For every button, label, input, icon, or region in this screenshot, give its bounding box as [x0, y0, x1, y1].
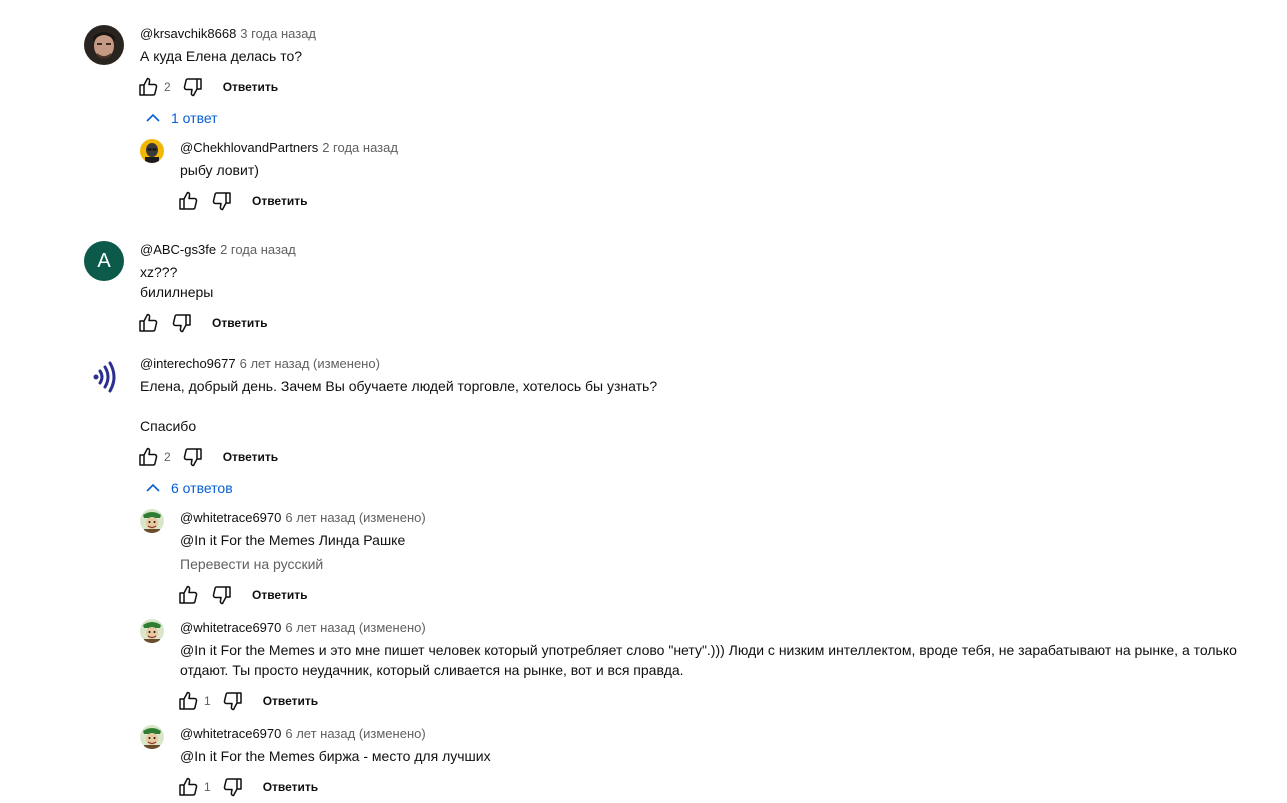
reply-text: @In it For the Memes биржа - место для л…: [180, 748, 491, 764]
reply-toolbar: 1 Ответить: [176, 775, 318, 799]
comment-header: @ABC-gs3fe 2 года назад: [140, 242, 296, 258]
reply-button[interactable]: Ответить: [252, 588, 307, 602]
thumbs-up-icon[interactable]: [136, 311, 160, 335]
author-name[interactable]: @krsavchik8668: [140, 26, 236, 41]
thumbs-down-icon[interactable]: [221, 775, 245, 799]
reply-text: рыбу ловит): [180, 162, 259, 178]
comment-toolbar: Ответить: [136, 311, 267, 335]
like-count: 1: [204, 780, 211, 794]
reply-header: @ChekhlovandPartners 2 года назад: [180, 140, 398, 156]
comment-header: @krsavchik8668 3 года назад: [140, 26, 316, 42]
author-name[interactable]: @whitetrace6970: [180, 726, 281, 741]
reply-button[interactable]: Ответить: [212, 316, 267, 330]
author-name[interactable]: @interecho9677: [140, 356, 236, 371]
thumbs-up-icon[interactable]: [176, 583, 200, 607]
comment-header: @interecho9677 6 лет назад (изменено): [140, 356, 380, 372]
author-name[interactable]: @whitetrace6970: [180, 510, 281, 525]
comment-timestamp[interactable]: 6 лет назад (изменено): [285, 620, 425, 635]
reply-button[interactable]: Ответить: [223, 450, 278, 464]
thumbs-up-icon[interactable]: [176, 689, 200, 713]
comment-text: Елена, добрый день. Зачем Вы обучаете лю…: [140, 378, 658, 394]
comment-timestamp[interactable]: 3 года назад: [240, 26, 316, 41]
avatar[interactable]: [140, 725, 164, 749]
author-name[interactable]: @ChekhlovandPartners: [180, 140, 318, 155]
reply-toolbar: 1 Ответить: [176, 689, 318, 713]
reply-button[interactable]: Ответить: [223, 80, 278, 94]
reply-text: @In it For the Memes Линда Рашке: [180, 532, 406, 548]
thumbs-down-icon[interactable]: [221, 689, 245, 713]
comment-timestamp[interactable]: 6 лет назад (изменено): [285, 726, 425, 741]
thumbs-down-icon[interactable]: [210, 189, 234, 213]
translate-button[interactable]: Перевести на русский: [180, 554, 323, 574]
avatar[interactable]: [84, 25, 124, 65]
thumbs-down-icon[interactable]: [170, 311, 194, 335]
comment-timestamp[interactable]: 6 лет назад (изменено): [240, 356, 380, 371]
reply-header: @whitetrace6970 6 лет назад (изменено): [180, 620, 426, 636]
avatar[interactable]: [140, 139, 164, 163]
reply-button[interactable]: Ответить: [252, 194, 307, 208]
thumbs-up-icon[interactable]: [136, 75, 160, 99]
reply-toolbar: Ответить: [176, 189, 307, 213]
thumbs-down-icon[interactable]: [210, 583, 234, 607]
thumbs-down-icon[interactable]: [181, 445, 205, 469]
thumbs-up-icon[interactable]: [176, 775, 200, 799]
thumbs-down-icon[interactable]: [181, 75, 205, 99]
comment-timestamp[interactable]: 6 лет назад (изменено): [285, 510, 425, 525]
reply-header: @whitetrace6970 6 лет назад (изменено): [180, 726, 426, 742]
replies-toggle-button[interactable]: 6 ответов: [145, 480, 233, 496]
comment-text: xz???: [140, 264, 178, 280]
comment-timestamp[interactable]: 2 года назад: [322, 140, 398, 155]
echo-logo-icon: [93, 361, 116, 393]
avatar[interactable]: [140, 619, 164, 643]
comment-toolbar: 2 Ответить: [136, 75, 278, 99]
reply-toolbar: Ответить: [176, 583, 307, 607]
chevron-up-icon: [146, 113, 160, 122]
comment-text: Спасибо: [140, 418, 197, 434]
replies-toggle-label: 6 ответов: [171, 480, 233, 496]
reply-button[interactable]: Ответить: [263, 780, 318, 794]
thumbs-up-icon[interactable]: [136, 445, 160, 469]
like-count: 1: [204, 694, 211, 708]
comment-timestamp[interactable]: 2 года назад: [220, 242, 296, 257]
reply-text: @In it For the Memes и это мне пишет чел…: [180, 642, 1237, 678]
comment-toolbar: 2 Ответить: [136, 445, 278, 469]
chevron-up-icon: [146, 483, 160, 492]
avatar-letter: A: [97, 249, 111, 272]
avatar[interactable]: [140, 509, 164, 533]
reply-header: @whitetrace6970 6 лет назад (изменено): [180, 510, 426, 526]
author-name[interactable]: @whitetrace6970: [180, 620, 281, 635]
comment-text: билилнеры: [140, 284, 214, 300]
replies-toggle-label: 1 ответ: [171, 110, 218, 126]
comment-text: А куда Елена делась то?: [140, 48, 303, 64]
avatar[interactable]: A: [84, 241, 124, 281]
like-count: 2: [164, 450, 171, 464]
avatar[interactable]: [84, 355, 124, 395]
author-name[interactable]: @ABC-gs3fe: [140, 242, 216, 257]
reply-button[interactable]: Ответить: [263, 694, 318, 708]
replies-toggle-button[interactable]: 1 ответ: [145, 110, 218, 126]
like-count: 2: [164, 80, 171, 94]
thumbs-up-icon[interactable]: [176, 189, 200, 213]
